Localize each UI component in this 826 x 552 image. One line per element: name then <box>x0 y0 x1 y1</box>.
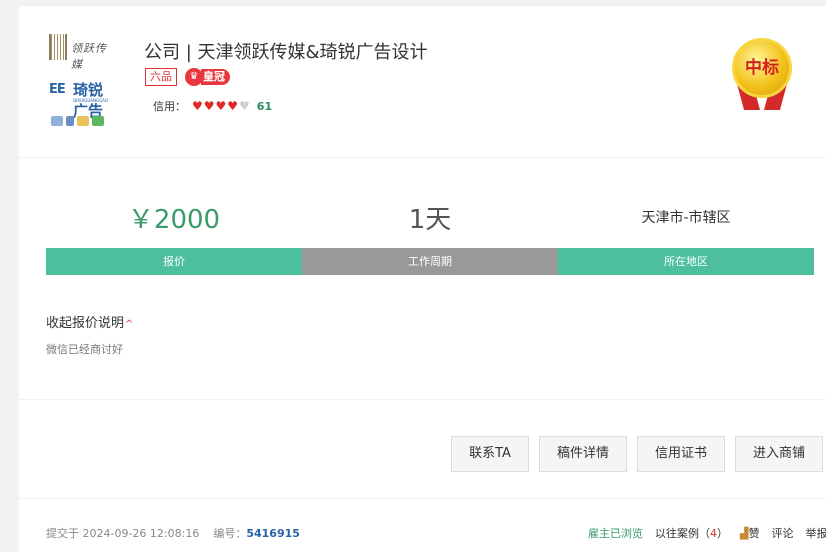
logo-line2-en: QIRUIGUANGGAO <box>73 98 108 103</box>
stat-labels: 报价 工作周期 所在地区 <box>46 248 814 275</box>
id-verified-icon[interactable] <box>51 116 63 126</box>
credit-rating: 信用： ♥♥♥♥♥ 61 <box>153 98 272 114</box>
bid-id: 5416915 <box>246 527 300 540</box>
verify-badges <box>51 116 104 126</box>
enter-shop-button[interactable]: 进入商铺 <box>735 436 823 472</box>
like-label: 赞 <box>748 527 760 540</box>
heart-icon-empty: ♥ <box>239 99 251 113</box>
past-cases-link[interactable]: 以往案例（4） <box>655 525 728 541</box>
report-link[interactable]: 举报 <box>805 525 826 541</box>
comment-link[interactable]: 评论 <box>771 525 793 541</box>
credit-score: 61 <box>256 99 273 113</box>
cases-suffix: ） <box>717 527 728 540</box>
logo-ee: EE <box>49 82 66 97</box>
id-prefix: 编号： <box>213 527 247 540</box>
action-buttons: 联系TA 稿件详情 信用证书 进入商铺 <box>451 436 823 472</box>
phone-verified-icon[interactable] <box>66 116 74 126</box>
credit-label: 信用： <box>153 100 186 113</box>
divider <box>19 399 826 400</box>
company-tags: 六品 ♛ 皇冠 <box>145 68 230 86</box>
bid-header: 领跃传媒 EE 琦锐广告 QIRUIGUANGGAO 公司 | 天津领跃传媒&琦… <box>19 6 826 158</box>
company-logo[interactable]: 领跃传媒 EE 琦锐广告 QIRUIGUANGGAO <box>45 32 115 132</box>
email-verified-icon[interactable] <box>77 116 89 126</box>
credit-cert-button[interactable]: 信用证书 <box>637 436 725 472</box>
contact-button[interactable]: 联系TA <box>451 436 529 472</box>
credit-hearts-icon[interactable]: ♥♥♥♥♥ <box>192 99 251 113</box>
company-title[interactable]: 公司 | 天津领跃传媒&琦锐广告设计 <box>144 38 428 64</box>
heart-icon-filled: ♥♥♥♥ <box>192 99 240 113</box>
like-button[interactable]: ▟赞 <box>740 525 759 541</box>
period-label: 工作周期 <box>302 248 558 275</box>
footer-links: 雇主已浏览 以往案例（4） ▟赞 评论 举报 <box>588 525 826 541</box>
bid-stats: ￥2000 1天 天津市-市辖区 报价 工作周期 所在地区 <box>46 186 814 275</box>
medal-text: 中标 <box>745 58 779 78</box>
cases-count: 4 <box>710 527 717 540</box>
submit-info: 提交于 2024-09-26 12:08:16 编号：5416915 <box>46 525 300 541</box>
cases-prefix: 以往案例（ <box>655 527 710 540</box>
rank-badge[interactable]: 六品 <box>145 68 177 86</box>
bank-verified-icon[interactable] <box>92 116 104 126</box>
divider <box>19 498 826 499</box>
toggle-explain-button[interactable]: 收起报价说明^ <box>46 312 133 331</box>
logo-line1: 领跃传媒 <box>71 42 107 71</box>
region-value: 天津市-市辖区 <box>641 210 731 226</box>
winning-bid-medal: 中标 <box>730 36 794 112</box>
price-value: ￥2000 <box>127 204 221 235</box>
bid-card: 领跃传媒 EE 琦锐广告 QIRUIGUANGGAO 公司 | 天津领跃传媒&琦… <box>19 6 826 552</box>
crown-label: 皇冠 <box>201 69 230 85</box>
submitted-time: 2024-09-26 12:08:16 <box>82 527 200 540</box>
chevron-up-icon: ^ <box>125 319 134 330</box>
logo-mark <box>49 34 67 60</box>
explain-text: 微信已经商讨好 <box>46 343 123 356</box>
explain-toggle-label: 收起报价说明 <box>46 316 125 331</box>
stat-values: ￥2000 1天 天津市-市辖区 <box>46 186 814 248</box>
region-label: 所在地区 <box>558 248 814 275</box>
draft-details-button[interactable]: 稿件详情 <box>539 436 627 472</box>
price-label: 报价 <box>46 248 302 275</box>
submitted-prefix: 提交于 <box>46 527 79 540</box>
crown-badge[interactable]: ♛ 皇冠 <box>185 68 230 86</box>
viewed-status: 雇主已浏览 <box>588 527 643 540</box>
period-value: 1天 <box>408 204 452 235</box>
